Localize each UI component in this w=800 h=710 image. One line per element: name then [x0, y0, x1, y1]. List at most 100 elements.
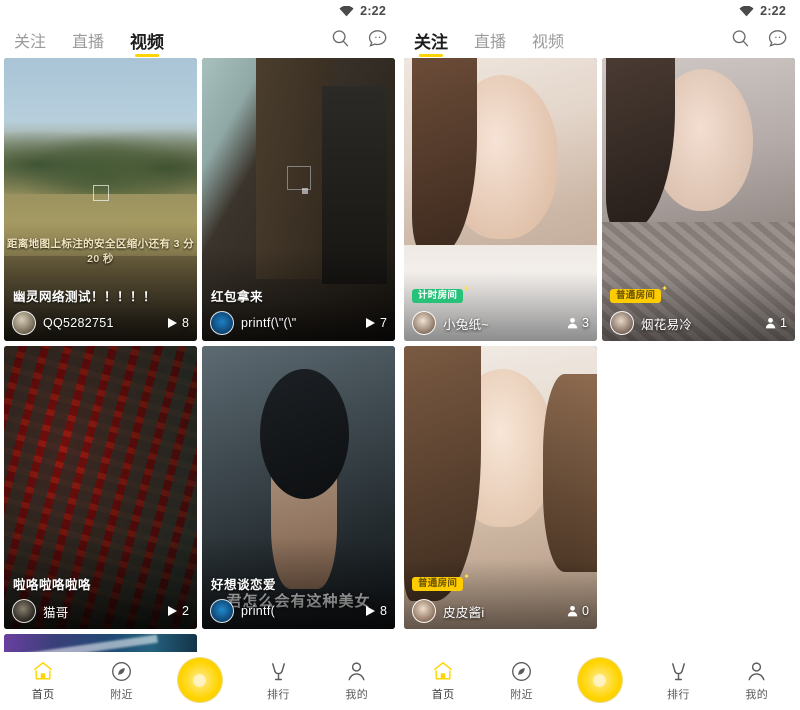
status-time: 2:22 [760, 4, 786, 18]
tab-bar: 关注 直播 视频 [414, 22, 731, 58]
nav-item-profile[interactable]: 我的 [326, 660, 388, 702]
person-icon [746, 660, 767, 682]
avatar[interactable] [412, 311, 436, 335]
video-title: 红包拿来 [211, 290, 264, 304]
username: 烟花易冷 [641, 317, 693, 332]
avatar[interactable] [12, 311, 36, 335]
crosshair-icon [92, 185, 109, 202]
nav-item-record[interactable] [169, 658, 231, 704]
card-meta: 猫哥 2 [12, 599, 189, 623]
wifi-icon [339, 5, 354, 16]
screen-video: 2:22 关注 直播 视频 距离地图上标注的安全区缩小还有 3 分 幽灵网络测试… [0, 0, 400, 710]
bottom-nav: 首页 附近 排行 我的 [0, 652, 400, 710]
crosshair-icon [286, 165, 311, 190]
avatar[interactable] [210, 311, 234, 335]
avatar[interactable] [12, 599, 36, 623]
message-icon[interactable] [768, 29, 788, 48]
tab-follow[interactable]: 关注 [14, 35, 46, 58]
room-badge: 计时房间 [412, 285, 470, 303]
app-header: 关注 直播 视频 [0, 22, 400, 58]
play-count: 7 [365, 316, 387, 330]
viewer-icon [765, 317, 776, 329]
nav-label-profile: 我的 [345, 689, 369, 701]
record-inner-icon [593, 673, 607, 687]
record-inner-icon [193, 673, 207, 687]
dual-screen-comparison: 2:22 关注 直播 视频 距离地图上标注的安全区缩小还有 3 分 幽灵网络测试… [0, 0, 800, 710]
card-meta: printf( 8 [210, 599, 387, 623]
nav-label-home: 首页 [431, 689, 455, 701]
username: 小兔纸~ [443, 317, 489, 332]
message-icon[interactable] [368, 29, 388, 48]
app-header: 关注 直播 视频 [400, 22, 800, 58]
nav-label-nearby: 附近 [510, 689, 533, 701]
play-icon [168, 318, 178, 328]
nav-item-record[interactable] [569, 658, 631, 704]
play-count-value: 2 [182, 604, 189, 618]
card-meta: 皮皮酱i 0 [412, 599, 589, 623]
viewer-icon [567, 317, 578, 329]
compass-icon [111, 660, 132, 682]
video-card[interactable]: 啦咯啦咯啦咯 猫哥 2 [4, 346, 197, 629]
nav-item-nearby[interactable]: 附近 [491, 660, 553, 702]
video-title: 好想谈恋爱 [211, 578, 277, 592]
home-icon [432, 660, 454, 682]
header-actions [731, 29, 788, 52]
card-meta: QQ5282751 8 [12, 311, 189, 335]
play-count-value: 7 [380, 316, 387, 330]
room-badge: 普通房间 [610, 285, 668, 303]
tab-live[interactable]: 直播 [72, 35, 104, 58]
tab-live[interactable]: 直播 [474, 35, 506, 58]
play-icon [168, 606, 178, 616]
play-count-value: 8 [182, 316, 189, 330]
live-card[interactable]: 计时房间 小兔纸~ 3 [404, 58, 597, 341]
nav-item-ranking[interactable]: 排行 [647, 660, 709, 702]
avatar[interactable] [610, 311, 634, 335]
nav-label-home: 首页 [31, 689, 55, 701]
card-meta: 烟花易冷 1 [610, 311, 787, 335]
username: printf(\"(\" [241, 316, 297, 330]
viewer-count: 0 [567, 604, 589, 618]
nav-item-profile[interactable]: 我的 [726, 660, 788, 702]
username: 皮皮酱i [443, 605, 485, 620]
nav-item-home[interactable]: 首页 [412, 660, 474, 702]
record-button[interactable] [177, 658, 222, 702]
thumbnail-foliage [4, 120, 197, 194]
play-count: 8 [167, 316, 189, 330]
microphone-icon [268, 660, 289, 682]
tab-video[interactable]: 视频 [532, 35, 564, 58]
video-card[interactable]: 距离地图上标注的安全区缩小还有 3 分 20 秒 幽灵网络测试！！！！！ QQ5… [4, 58, 197, 341]
username: 猫哥 [43, 605, 69, 620]
screen-follow: 2:22 关注 直播 视频 计时房间 ✦ 小兔纸~ 3 普通房间 ✦ 烟花易冷 … [400, 0, 800, 710]
home-icon [32, 660, 54, 682]
video-card[interactable]: 红包拿来 printf(\"(\" 7 [202, 58, 395, 341]
tab-video[interactable]: 视频 [130, 34, 164, 58]
video-card[interactable]: 君怎么会有这种美女 好想谈恋爱 printf( 8 [202, 346, 395, 629]
search-icon[interactable] [331, 29, 350, 48]
avatar[interactable] [210, 599, 234, 623]
live-card[interactable]: 普通房间 烟花易冷 1 [602, 58, 795, 341]
compass-icon [511, 660, 532, 682]
nav-item-home[interactable]: 首页 [12, 660, 74, 702]
live-card[interactable]: 普通房间 皮皮酱i 0 [404, 346, 597, 629]
record-button[interactable] [577, 658, 622, 702]
play-count: 2 [167, 604, 189, 618]
live-grid: 计时房间 小兔纸~ 3 [400, 58, 800, 662]
search-icon[interactable] [731, 29, 750, 48]
video-grid: 距离地图上标注的安全区缩小还有 3 分 20 秒 幽灵网络测试！！！！！ QQ5… [0, 58, 400, 662]
username: printf( [241, 604, 276, 618]
tab-follow[interactable]: 关注 [414, 34, 448, 58]
viewer-count: 1 [765, 316, 787, 330]
viewer-icon [567, 605, 578, 617]
card-meta: printf(\"(\" 7 [210, 311, 387, 335]
crosshair-dot-icon [302, 188, 309, 195]
wifi-icon [739, 5, 754, 16]
viewer-count-value: 1 [780, 316, 787, 330]
viewer-count: 3 [567, 316, 589, 330]
nav-item-nearby[interactable]: 附近 [91, 660, 153, 702]
status-time: 2:22 [360, 4, 386, 18]
nav-item-ranking[interactable]: 排行 [247, 660, 309, 702]
person-icon [346, 660, 367, 682]
avatar[interactable] [412, 599, 436, 623]
play-count: 8 [365, 604, 387, 618]
viewer-count-value: 3 [582, 316, 589, 330]
